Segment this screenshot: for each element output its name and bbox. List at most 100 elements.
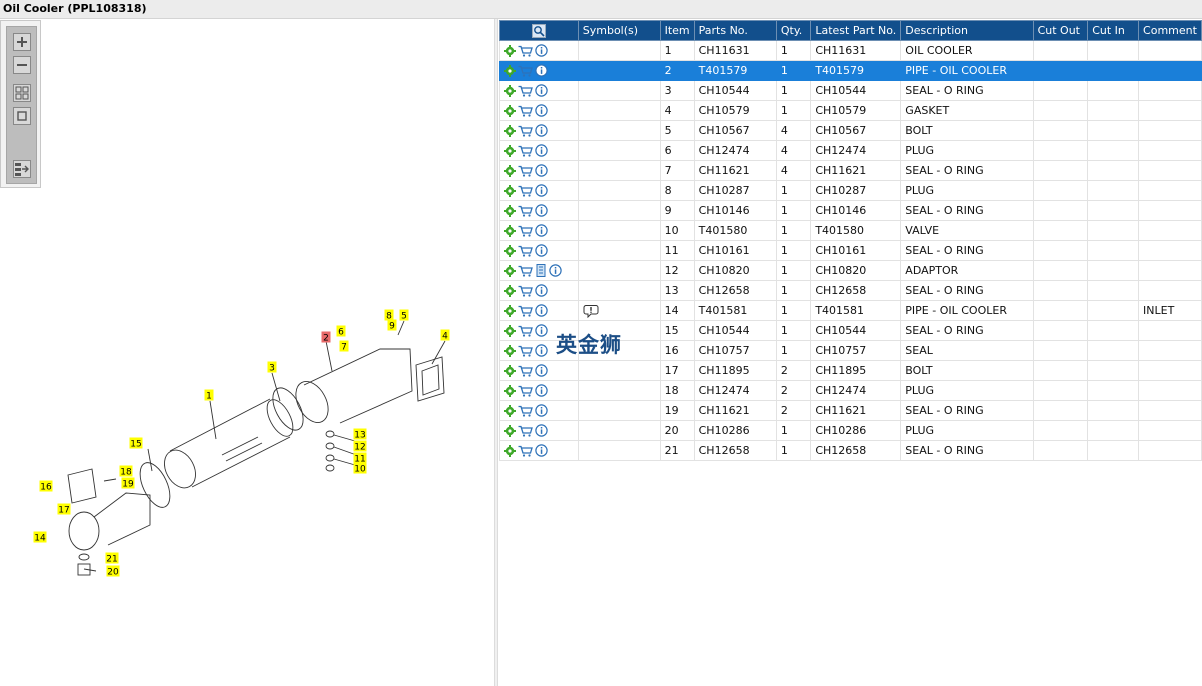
table-row[interactable]: 8 CH10287 1 CH10287 PLUG: [499, 180, 1202, 201]
callout-21[interactable]: 21: [105, 552, 119, 565]
callout-5[interactable]: 5: [399, 309, 409, 322]
table-row[interactable]: 19 CH11621 2 CH11621 SEAL - O RING: [499, 400, 1202, 421]
callout-14[interactable]: 14: [33, 531, 47, 544]
info-icon[interactable]: [535, 104, 548, 117]
table-row[interactable]: 12 CH10820 1 CH10820 ADAPTOR: [499, 260, 1202, 281]
table-row[interactable]: 4 CH10579 1 CH10579 GASKET: [499, 100, 1202, 121]
column-header-cut-in[interactable]: Cut In: [1087, 20, 1140, 41]
info-icon[interactable]: [535, 424, 548, 437]
callout-4[interactable]: 4: [440, 329, 450, 342]
column-header-item[interactable]: Item: [659, 20, 695, 41]
export-list-button[interactable]: [13, 160, 31, 178]
info-icon[interactable]: [535, 404, 548, 417]
cart-icon[interactable]: [518, 445, 533, 457]
gear-icon[interactable]: [504, 64, 516, 77]
gear-icon[interactable]: [504, 44, 516, 57]
info-icon[interactable]: [535, 284, 548, 297]
table-row[interactable]: 7 CH11621 4 CH11621 SEAL - O RING: [499, 160, 1202, 181]
column-header-cut-out[interactable]: Cut Out: [1032, 20, 1089, 41]
cart-icon[interactable]: [518, 325, 533, 337]
callout-2[interactable]: 2: [321, 331, 331, 344]
info-icon[interactable]: [535, 204, 548, 217]
info-icon[interactable]: [535, 64, 548, 77]
callout-11[interactable]: 11: [353, 452, 367, 465]
cart-icon[interactable]: [518, 205, 533, 217]
info-icon[interactable]: [535, 144, 548, 157]
info-icon[interactable]: [535, 164, 548, 177]
gear-icon[interactable]: [504, 424, 516, 437]
table-row[interactable]: 18 CH12474 2 CH12474 PLUG: [499, 380, 1202, 401]
callout-13[interactable]: 13: [353, 428, 367, 441]
cart-icon[interactable]: [518, 425, 533, 437]
info-icon[interactable]: [535, 124, 548, 137]
document-icon[interactable]: [535, 264, 547, 278]
gear-icon[interactable]: [504, 284, 516, 297]
cart-icon[interactable]: [518, 345, 533, 357]
gear-icon[interactable]: [504, 344, 516, 357]
column-header-description[interactable]: Description: [900, 20, 1034, 41]
cart-icon[interactable]: [518, 265, 533, 277]
gear-icon[interactable]: [504, 264, 516, 277]
gear-icon[interactable]: [504, 204, 516, 217]
zoom-out-button[interactable]: [13, 56, 31, 74]
callout-15[interactable]: 15: [129, 437, 143, 450]
table-row[interactable]: 14 T401581 1 T401581 PIPE - OIL COOLER INLET: [499, 300, 1202, 321]
info-icon[interactable]: [535, 364, 548, 377]
callout-6[interactable]: 6: [336, 325, 346, 338]
table-row[interactable]: 5 CH10567 4 CH10567 BOLT: [499, 120, 1202, 141]
table-row[interactable]: 6 CH12474 4 CH12474 PLUG: [499, 140, 1202, 161]
gear-icon[interactable]: [504, 164, 516, 177]
cart-icon[interactable]: [518, 165, 533, 177]
cart-icon[interactable]: [518, 125, 533, 137]
cart-icon[interactable]: [518, 65, 533, 77]
column-header-comment[interactable]: Comment: [1138, 20, 1202, 41]
cart-icon[interactable]: [518, 245, 533, 257]
callout-7[interactable]: 7: [339, 340, 349, 353]
gear-icon[interactable]: [504, 244, 516, 257]
gear-icon[interactable]: [504, 404, 516, 417]
zoom-in-button[interactable]: [13, 33, 31, 51]
gear-icon[interactable]: [504, 364, 516, 377]
search-parts-icon[interactable]: [531, 23, 546, 38]
column-header-latest-part-no[interactable]: Latest Part No.: [810, 20, 902, 41]
callout-9[interactable]: 9: [387, 319, 397, 332]
info-icon[interactable]: [535, 44, 548, 57]
info-icon[interactable]: [535, 344, 548, 357]
callout-17[interactable]: 17: [57, 503, 71, 516]
gear-icon[interactable]: [504, 104, 516, 117]
table-row[interactable]: 20 CH10286 1 CH10286 PLUG: [499, 420, 1202, 441]
callout-12[interactable]: 12: [353, 440, 367, 453]
column-header-actions[interactable]: [499, 20, 579, 41]
table-row[interactable]: 10 T401580 1 T401580 VALVE: [499, 220, 1202, 241]
callout-18[interactable]: 18: [119, 465, 133, 478]
gear-icon[interactable]: [504, 304, 516, 317]
gear-icon[interactable]: [504, 224, 516, 237]
info-icon[interactable]: [535, 244, 548, 257]
callout-20[interactable]: 20: [106, 565, 120, 578]
column-header-parts-no[interactable]: Parts No.: [693, 20, 777, 41]
diagram-pane[interactable]: 1 2 3 4 5 6 7 8 9 10 11 12 13 14 15 16 17 18 19 20 21: [0, 19, 494, 686]
cart-icon[interactable]: [518, 105, 533, 117]
cart-icon[interactable]: [518, 45, 533, 57]
gear-icon[interactable]: [504, 144, 516, 157]
cart-icon[interactable]: [518, 145, 533, 157]
gear-icon[interactable]: [504, 384, 516, 397]
gear-icon[interactable]: [504, 124, 516, 137]
cart-icon[interactable]: [518, 385, 533, 397]
gear-icon[interactable]: [504, 444, 516, 457]
table-row[interactable]: 9 CH10146 1 CH10146 SEAL - O RING: [499, 200, 1202, 221]
info-icon[interactable]: [535, 84, 548, 97]
callout-19[interactable]: 19: [121, 477, 135, 490]
callout-3[interactable]: 3: [267, 361, 277, 374]
table-row[interactable]: 17 CH11895 2 CH11895 BOLT: [499, 360, 1202, 381]
info-icon[interactable]: [535, 384, 548, 397]
cart-icon[interactable]: [518, 285, 533, 297]
info-icon[interactable]: [535, 184, 548, 197]
note-icon[interactable]: [583, 304, 599, 318]
table-row[interactable]: 1 CH11631 1 CH11631 OIL COOLER: [499, 40, 1202, 61]
info-icon[interactable]: [535, 444, 548, 457]
cart-icon[interactable]: [518, 225, 533, 237]
fit-all-button[interactable]: [13, 84, 31, 102]
info-icon[interactable]: [535, 324, 548, 337]
callout-16[interactable]: 16: [39, 480, 53, 493]
